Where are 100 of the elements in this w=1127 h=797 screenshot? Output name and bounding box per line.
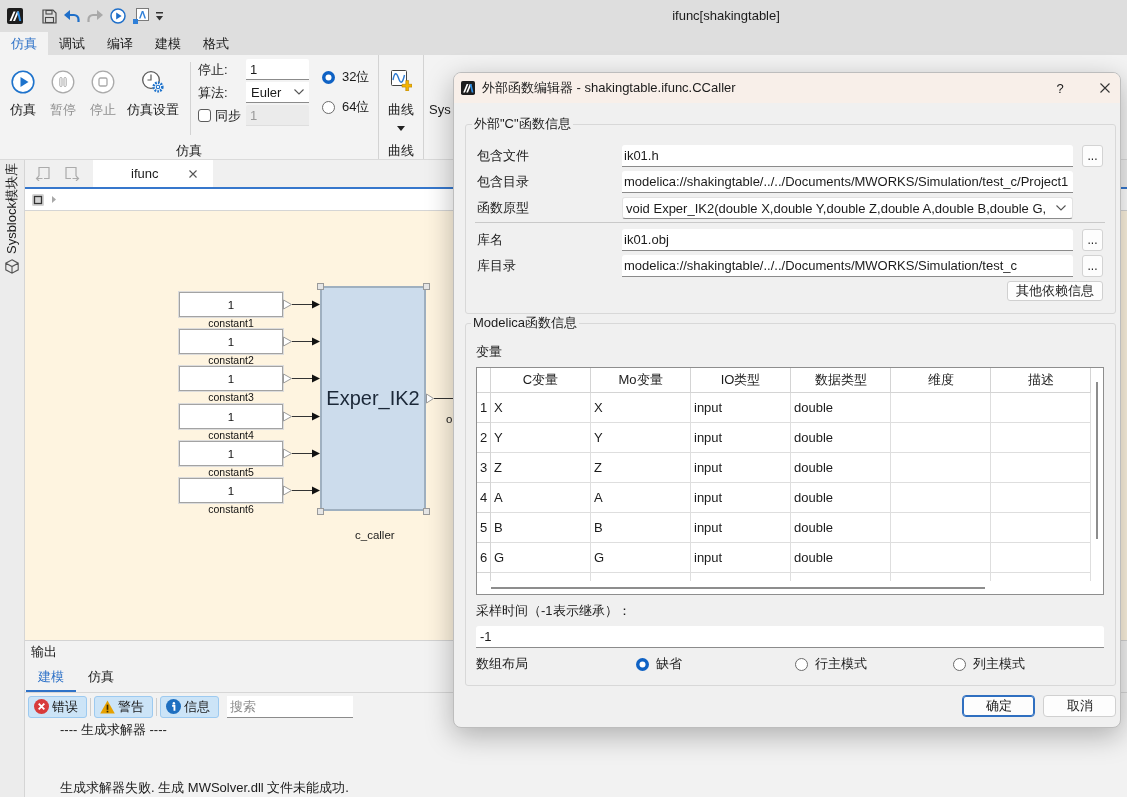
radio-icon[interactable]	[322, 100, 335, 114]
constant-block[interactable]: 1	[179, 366, 283, 391]
connection-arrow[interactable]	[291, 412, 320, 421]
play-icon[interactable]	[110, 8, 126, 24]
text-field[interactable]: ik01.h	[622, 145, 1073, 167]
save-icon[interactable]	[42, 8, 57, 24]
more-info-button[interactable]: 其他依赖信息	[1007, 281, 1103, 301]
resize-handle[interactable]	[423, 508, 430, 515]
text-field[interactable]: modelica://shakingtable/../../Documents/MWORKS/Simulation/test_c	[622, 255, 1073, 277]
search-field[interactable]: 搜索	[227, 695, 353, 718]
caret-icon[interactable]	[294, 89, 304, 95]
curve-button[interactable]: 曲线	[388, 62, 414, 138]
table-cell: X	[591, 393, 691, 423]
column-header[interactable]: Mo变量	[591, 368, 691, 392]
field-label: 库目录	[477, 257, 516, 275]
radio-option[interactable]: 行主模式	[795, 656, 867, 672]
sample-time-field[interactable]: -1	[476, 626, 1104, 648]
text-field[interactable]: modelica://shakingtable/../../Documents/MWORKS/Simulation/test_c/Project1	[622, 171, 1073, 193]
constant-block[interactable]: 1	[179, 404, 283, 429]
algorithm-dropdown[interactable]: Euler	[246, 82, 309, 103]
column-header[interactable]: 维度	[891, 368, 991, 392]
document-tab[interactable]: ifunc	[93, 160, 213, 187]
filter-button[interactable]: 警告	[94, 695, 153, 718]
constant-block[interactable]: 1	[179, 441, 283, 466]
radio-icon[interactable]	[795, 657, 808, 671]
constant-block[interactable]: 1	[179, 478, 283, 503]
group-label: 仿真	[176, 142, 202, 159]
settings-button[interactable]: 仿真设置	[125, 62, 181, 122]
table-cell: B	[491, 513, 591, 543]
column-header[interactable]: 数据类型	[791, 368, 891, 392]
breadcrumb-arrow-icon[interactable]	[52, 196, 56, 203]
column-header[interactable]: IO类型	[691, 368, 791, 392]
ribbon-button[interactable]: Sys	[429, 102, 451, 118]
radio-icon[interactable]	[953, 657, 966, 671]
help-button[interactable]: ?	[1050, 78, 1070, 98]
radio-icon[interactable]	[636, 657, 649, 671]
function-block[interactable]: Exper_IK2	[320, 286, 426, 511]
field-label: 包含文件	[477, 147, 529, 165]
stop-icon	[91, 70, 115, 94]
clock-gear-icon	[141, 70, 165, 94]
error-icon	[34, 699, 49, 714]
radio-option[interactable]: 64位	[322, 99, 370, 115]
resize-handle[interactable]	[423, 283, 430, 290]
browse-button[interactable]: ...	[1082, 229, 1103, 251]
dropdown[interactable]: void Exper_IK2(double X,double Y,double Z,double A,double B,double G,	[622, 197, 1073, 219]
constant-block[interactable]: 1	[179, 292, 283, 317]
text-field[interactable]: ik01.obj	[622, 229, 1073, 251]
radio-option[interactable]: 32位	[322, 69, 370, 85]
undo-icon[interactable]	[64, 9, 80, 23]
model-icon[interactable]	[133, 8, 149, 24]
dropdown-icon[interactable]	[156, 11, 163, 21]
connection-arrow[interactable]	[291, 486, 320, 495]
radio-icon[interactable]	[322, 70, 335, 84]
column-header[interactable]: C变量	[491, 368, 591, 392]
cube-icon[interactable]	[5, 259, 19, 275]
table-cell: Z	[591, 453, 691, 483]
radio-option[interactable]: 缺省	[636, 656, 682, 672]
panel-tab[interactable]: Sysblock模块库	[4, 163, 20, 255]
resize-handle[interactable]	[317, 283, 324, 290]
browse-button[interactable]: ...	[1082, 145, 1103, 167]
connection-arrow[interactable]	[291, 300, 320, 309]
scrollbar[interactable]	[1096, 382, 1098, 539]
column-header[interactable]: 描述	[991, 368, 1091, 392]
caret-icon[interactable]	[397, 126, 405, 131]
close-icon[interactable]	[1100, 83, 1110, 93]
browse-button[interactable]: ...	[1082, 255, 1103, 277]
row-number: 6	[477, 543, 491, 573]
play-icon	[11, 70, 35, 94]
radio-option[interactable]: 列主模式	[953, 656, 1025, 672]
dialog-button[interactable]: 取消	[1043, 695, 1116, 717]
block-label: constant6	[208, 503, 254, 515]
connection-arrow[interactable]	[291, 374, 320, 383]
constant-block[interactable]: 1	[179, 329, 283, 354]
block-icon[interactable]	[32, 193, 44, 206]
ribbon-tab[interactable]: 调试	[48, 32, 96, 55]
window-title: ifunc[shakingtable]	[672, 8, 780, 24]
connection-arrow[interactable]	[291, 337, 320, 346]
filter-button[interactable]: 错误	[28, 695, 87, 718]
caret-icon[interactable]	[1056, 205, 1066, 211]
ribbon-tab[interactable]: 仿真	[0, 32, 48, 55]
output-tab[interactable]: 仿真	[76, 664, 126, 692]
output-tab[interactable]: 建模	[26, 664, 76, 692]
filter-button[interactable]: 信息	[160, 695, 219, 718]
table-cell: input	[691, 543, 791, 573]
table-cell: B	[591, 513, 691, 543]
close-icon[interactable]	[189, 169, 197, 178]
table-cell: input	[691, 423, 791, 453]
row-number: 1	[477, 393, 491, 423]
resize-handle[interactable]	[317, 508, 324, 515]
scrollbar[interactable]	[491, 587, 985, 589]
simulate-button[interactable]: 仿真	[5, 62, 41, 122]
ribbon-tab[interactable]: 格式	[192, 32, 240, 55]
dialog-button[interactable]: 确定	[962, 695, 1035, 717]
stop-time-field[interactable]: 1	[246, 59, 309, 80]
ribbon-tab[interactable]: 编译	[96, 32, 144, 55]
row-number: 5	[477, 513, 491, 543]
ribbon-tab[interactable]: 建模	[144, 32, 192, 55]
connection-arrow[interactable]	[291, 449, 320, 458]
pause-icon	[51, 70, 75, 94]
block-label: constant2	[208, 354, 254, 366]
